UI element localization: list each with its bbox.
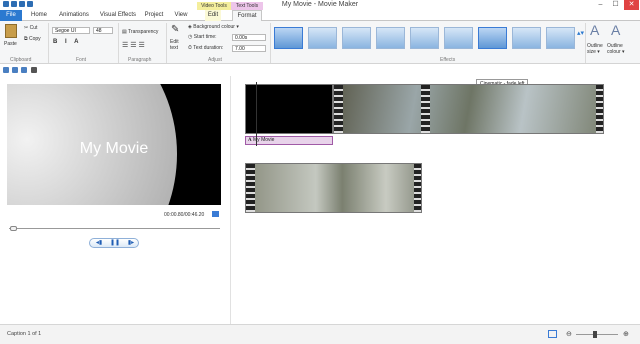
background-colour-button[interactable]: ◈ Background colour ▾ — [188, 24, 239, 30]
cut-button[interactable]: ✂ Cut — [24, 25, 37, 31]
tab-view[interactable]: View — [172, 10, 190, 21]
paste-button[interactable]: Paste — [4, 41, 17, 47]
timecode: 00:00.80/00:46.20 — [164, 212, 205, 218]
clipboard-icon — [5, 24, 17, 38]
divider — [166, 23, 167, 63]
outline-size-button[interactable]: Outline size ▾ — [587, 43, 605, 55]
divider — [585, 23, 586, 63]
window-title: My Movie - Movie Maker — [281, 1, 359, 8]
transparency-button[interactable]: ▤ Transparency — [122, 29, 158, 35]
ribbon-tabs: File Home Animations Visual Effects Proj… — [0, 10, 640, 22]
font-name-select[interactable]: Segoe UI — [52, 27, 90, 34]
title-bar: My Movie - Movie Maker Video Tools Text … — [0, 0, 640, 10]
effect-thumbnail[interactable] — [308, 27, 337, 49]
video-clip[interactable] — [245, 163, 422, 213]
tab-project[interactable]: Project — [143, 10, 165, 21]
preview-monitor[interactable]: My Movie — [7, 84, 221, 205]
playhead[interactable] — [256, 82, 257, 146]
zoom-out-icon[interactable]: ⊖ — [566, 330, 572, 338]
zoom-thumb[interactable] — [593, 331, 597, 338]
tab-edit[interactable]: Edit — [205, 10, 221, 21]
minimize-button[interactable]: – — [593, 0, 608, 10]
duration-icon: ⏱ — [188, 45, 192, 51]
text-duration-label: ⏱ Text duration: — [188, 45, 224, 51]
copy-icon: ⧉ — [24, 36, 28, 42]
transparency-icon: ▤ — [122, 29, 127, 35]
effect-thumbnail[interactable] — [274, 27, 303, 49]
save-icon[interactable] — [3, 67, 9, 73]
seek-bar[interactable] — [9, 228, 220, 229]
zoom-in-icon[interactable]: ⊕ — [623, 330, 629, 338]
effect-thumbnail[interactable] — [342, 27, 371, 49]
video-tools-context-label: Video Tools — [197, 2, 231, 10]
font-style-buttons[interactable]: B I A — [53, 39, 81, 45]
effect-thumbnail[interactable] — [546, 27, 575, 49]
fullscreen-icon[interactable] — [212, 211, 219, 217]
preview-title-text: My Movie — [79, 140, 149, 157]
font-group-label: Font — [76, 57, 87, 63]
outline-size-icon: A — [590, 22, 600, 38]
gallery-scroll-icon[interactable]: ▴▾ — [577, 29, 584, 37]
title-clip[interactable] — [245, 84, 333, 134]
adjust-group-label: Adjust — [208, 57, 222, 63]
film-strip — [421, 85, 430, 133]
film-strip — [246, 164, 255, 212]
scissors-icon: ✂ — [24, 25, 29, 31]
pane-divider[interactable] — [230, 76, 231, 324]
edit-text-icon: ✎ — [171, 24, 180, 35]
edit-text-button[interactable]: Edit text — [170, 39, 184, 51]
caption-count: Caption 1 of 1 — [7, 331, 42, 337]
tab-animations[interactable]: Animations — [56, 10, 92, 21]
effect-thumbnail[interactable] — [410, 27, 439, 49]
align-buttons[interactable]: ☰☰☰ — [122, 41, 147, 49]
start-time-field[interactable]: 0.00s — [232, 34, 266, 41]
play-pause-button[interactable]: ❚❚ — [109, 240, 121, 247]
next-frame-button[interactable]: ▮▸ — [125, 240, 137, 247]
tab-visual-effects[interactable]: Visual Effects — [97, 10, 139, 21]
effect-thumbnail[interactable] — [376, 27, 405, 49]
effect-thumbnail[interactable] — [444, 27, 473, 49]
text-tools-context-label: Text Tools — [231, 2, 263, 10]
text-duration-field[interactable]: 7.00 — [232, 45, 266, 52]
start-time-label: ◷ Start time: — [188, 34, 217, 40]
clipboard-group-label: Clipboard — [10, 57, 32, 63]
effect-thumbnail-cinematic-fade-left[interactable] — [478, 27, 507, 49]
effects-group-label: Effects — [440, 57, 456, 63]
outline-colour-icon: A — [611, 22, 621, 38]
tab-home[interactable]: Home — [28, 10, 50, 21]
playback-controls: ◂▮ ❚❚ ▮▸ — [89, 238, 139, 248]
film-strip — [334, 85, 343, 133]
status-bar: Caption 1 of 1 ⊖ ⊕ — [0, 324, 640, 344]
maximize-button[interactable]: ☐ — [608, 0, 623, 10]
film-strip — [414, 164, 421, 212]
tab-file[interactable]: File — [0, 10, 22, 21]
video-clip[interactable] — [333, 84, 604, 134]
film-strip — [596, 85, 603, 133]
effect-thumbnail[interactable] — [512, 27, 541, 49]
paragraph-group-label: Paragraph — [128, 57, 152, 63]
text-icon: A — [248, 138, 252, 143]
clock-icon: ◷ — [188, 34, 193, 40]
divider — [118, 23, 119, 63]
ribbon: Paste ✂ Cut ⧉ Copy Clipboard Segoe UI 48… — [0, 21, 640, 64]
secondary-toolbar — [0, 64, 640, 76]
redo-icon[interactable] — [21, 67, 27, 73]
paint-bucket-icon: ◈ — [188, 24, 192, 30]
outline-colour-button[interactable]: Outline colour ▾ — [607, 43, 637, 55]
font-size-select[interactable]: 48 — [93, 27, 113, 34]
copy-button[interactable]: ⧉ Copy — [24, 36, 41, 42]
zoom-slider[interactable] — [576, 334, 618, 335]
storyboard-view-icon[interactable] — [548, 330, 557, 338]
seek-thumb[interactable] — [10, 226, 17, 231]
caption-clip[interactable]: A My Movie — [245, 136, 333, 145]
undo-icon[interactable] — [12, 67, 18, 73]
divider — [270, 23, 271, 63]
close-button[interactable]: ✕ — [624, 0, 639, 10]
divider — [48, 23, 49, 63]
dropdown-icon[interactable] — [31, 67, 37, 73]
previous-frame-button[interactable]: ◂▮ — [93, 240, 105, 247]
